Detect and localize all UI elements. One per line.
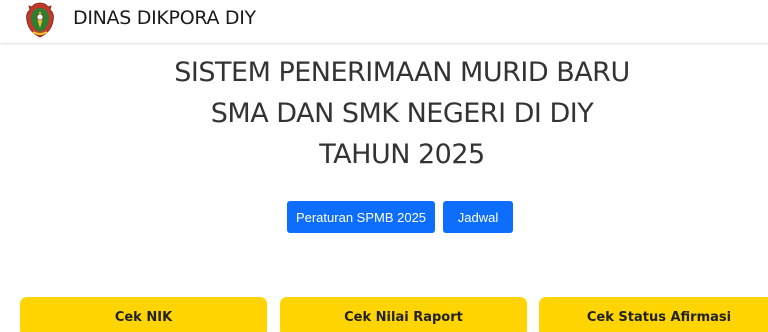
hero-title-line-3: TAHUN 2025 (319, 139, 485, 170)
card-label: Cek Nilai Raport (344, 310, 463, 325)
check-report-score-card[interactable]: Cek Nilai Raport (280, 297, 527, 332)
coat-of-arms-emblem-icon[interactable] (25, 2, 55, 38)
card-label: Cek Status Afirmasi (586, 310, 732, 325)
hero-title-line-2: SMA DAN SMK NEGERI DI DIY (210, 98, 594, 129)
rules-button[interactable]: Peraturan SPMB 2025 (287, 201, 435, 233)
hero-title-line-1: SISTEM PENERIMAAN MURID BARU (174, 57, 630, 88)
top-navbar: DINAS DIKPORA DIY (0, 0, 768, 44)
schedule-button[interactable]: Jadwal (443, 201, 513, 233)
brand-title[interactable]: DINAS DIKPORA DIY (73, 7, 256, 29)
card-label: Cek NIK (114, 310, 173, 325)
check-affirmation-status-card[interactable]: Cek Status Afirmasi (539, 297, 768, 332)
check-nik-card[interactable]: Cek NIK (20, 297, 267, 332)
